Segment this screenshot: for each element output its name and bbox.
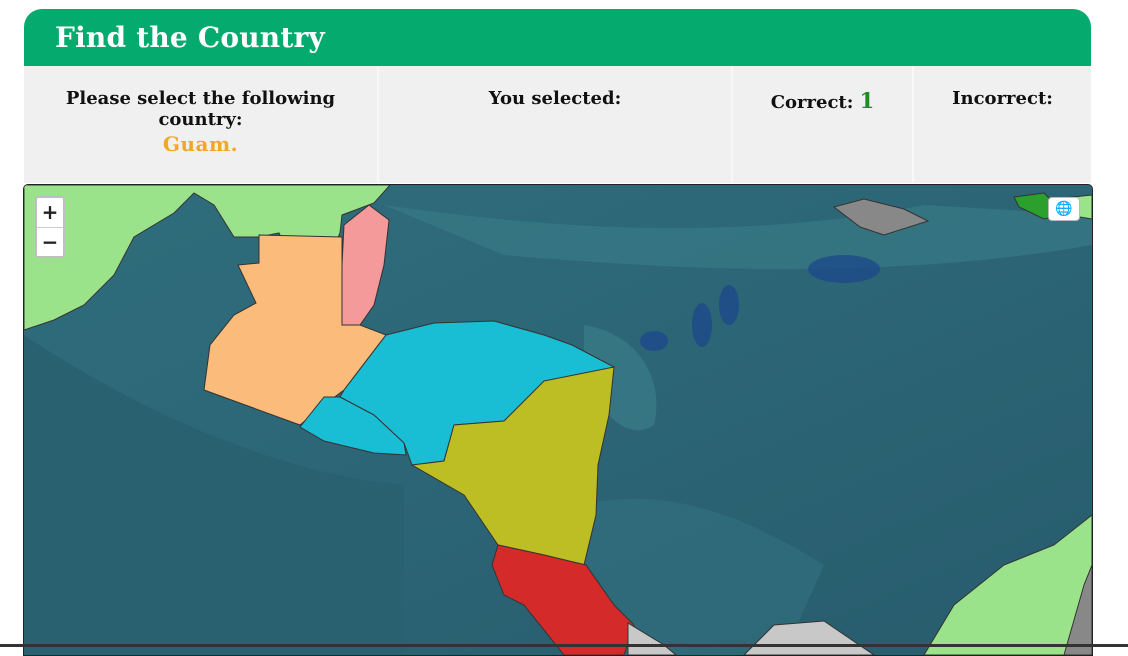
prompt-label: Please select the following country:	[65, 88, 336, 130]
island-shoal	[640, 331, 668, 351]
map-canvas[interactable]	[24, 185, 1092, 655]
prompt-cell: Please select the following country: Gua…	[24, 66, 379, 183]
incorrect-cell: Incorrect:	[914, 66, 1091, 183]
selected-cell: You selected:	[379, 66, 733, 183]
island-shoal	[808, 255, 880, 283]
stats-panel: Please select the following country: Gua…	[24, 66, 1091, 183]
correct-cell: Correct: 1	[733, 66, 914, 183]
incorrect-label: Incorrect:	[952, 88, 1053, 109]
zoom-in-button[interactable]: +	[37, 198, 63, 228]
zoom-out-button[interactable]: −	[37, 228, 63, 257]
page-title: Find the Country	[55, 21, 325, 54]
zoom-control: + −	[35, 196, 65, 258]
map-view[interactable]	[23, 184, 1093, 656]
island-shoal	[692, 303, 712, 347]
correct-count: 1	[859, 88, 875, 113]
correct-label: Correct:	[770, 92, 854, 113]
selected-label: You selected:	[488, 88, 622, 109]
target-country: Guam.	[162, 132, 239, 156]
island-shoal	[719, 285, 739, 325]
app-header: Find the Country	[24, 9, 1091, 66]
globe-icon[interactable]: 🌐	[1048, 197, 1080, 221]
